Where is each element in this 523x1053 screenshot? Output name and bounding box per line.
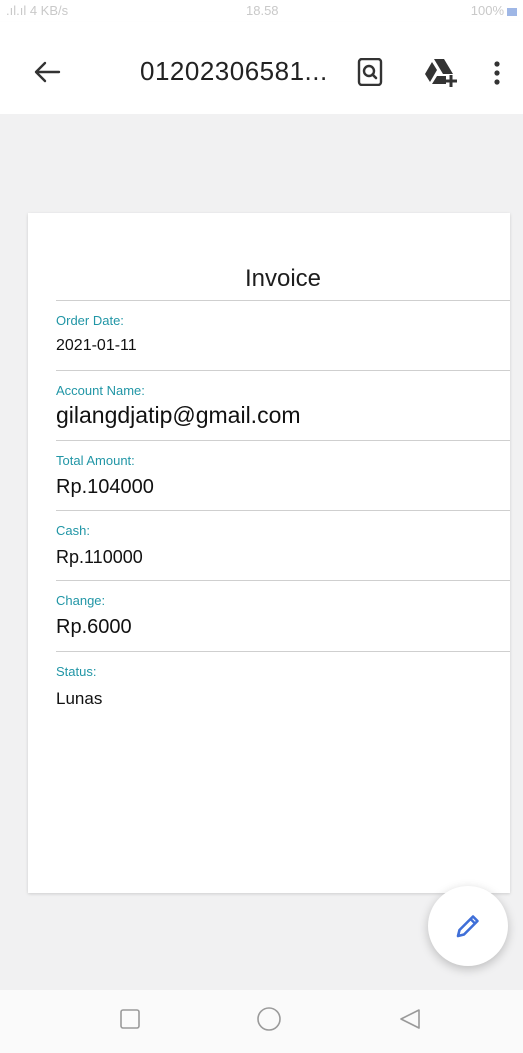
- document-title: 01202306581...: [140, 56, 328, 86]
- more-vert-icon[interactable]: [490, 60, 504, 86]
- back-arrow-icon[interactable]: [33, 60, 61, 84]
- app-bar: 01202306581...: [0, 22, 523, 114]
- field-value: Rp.104000: [56, 476, 154, 498]
- drive-add-icon[interactable]: [424, 58, 458, 88]
- status-bar: .ıl.ıl 4 KB/s 18.58 100%: [0, 0, 523, 22]
- edit-button[interactable]: [428, 886, 508, 966]
- field-value: gilangdjatip@gmail.com: [56, 402, 301, 428]
- field-label: Order Date:: [56, 313, 124, 328]
- field-label: Account Name:: [56, 383, 145, 398]
- back-triangle-icon[interactable]: [398, 1008, 422, 1035]
- edit-pencil-icon: [456, 915, 479, 938]
- field-value: Lunas: [56, 689, 103, 708]
- field-label: Change:: [56, 593, 106, 608]
- total-amount-field: Total Amount: Rp.104000: [56, 440, 510, 511]
- invoice-page: Invoice Order Date: 2021-01-11 Account N…: [28, 213, 510, 893]
- field-label: Cash:: [56, 523, 90, 538]
- system-nav-bar: [0, 990, 523, 1053]
- cash-field: Cash: Rp.110000: [56, 510, 510, 581]
- account-name-field: Account Name: gilangdjatip@gmail.com: [56, 370, 510, 441]
- field-label: Status:: [56, 664, 97, 679]
- recent-apps-icon[interactable]: [119, 1008, 141, 1035]
- battery-level: 100%: [470, 3, 504, 18]
- field-value: 2021-01-11: [56, 337, 137, 354]
- home-circle-icon[interactable]: [256, 1006, 282, 1037]
- status-field: Status: Lunas: [56, 651, 510, 722]
- field-label: Total Amount:: [56, 453, 135, 468]
- field-value: Rp.110000: [56, 547, 143, 567]
- network-speed: .ıl.ıl 4 KB/s: [6, 3, 69, 18]
- document-search-icon[interactable]: [356, 57, 384, 87]
- battery-status: 100%: [471, 3, 517, 18]
- invoice-title: Invoice: [244, 265, 322, 292]
- field-value: Rp.6000: [56, 616, 132, 638]
- order-date-field: Order Date: 2021-01-11: [56, 300, 510, 371]
- battery-icon: [507, 7, 517, 16]
- change-field: Change: Rp.6000: [56, 580, 510, 651]
- status-time: 18.58: [246, 3, 279, 18]
